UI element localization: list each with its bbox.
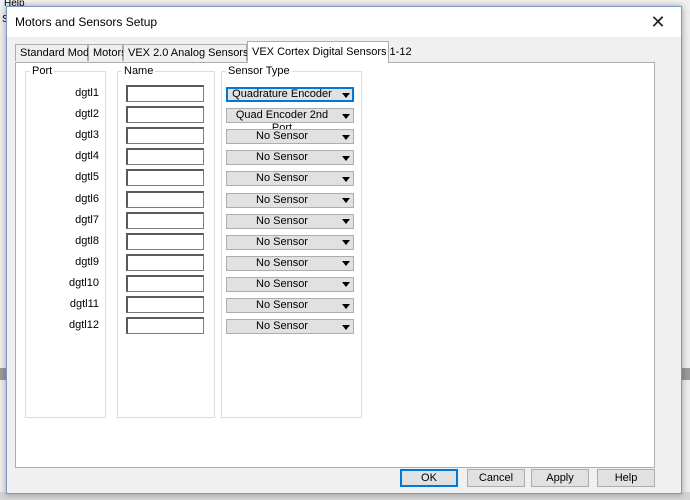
port-label: dgtl2 [75,108,99,121]
chevron-down-icon [342,92,350,98]
sensor-type-value: No Sensor [256,172,308,185]
name-field-dgtl11[interactable] [126,296,204,313]
port-label: dgtl1 [75,87,99,99]
port-label: dgtl3 [75,129,99,142]
port-label: dgtl6 [75,192,99,205]
port-label: dgtl8 [75,234,99,247]
sensor-type-value: No Sensor [256,214,308,227]
sensor-type-select-dgtl8[interactable]: No Sensor [226,234,354,250]
sensor-type-select-dgtl5[interactable]: No Sensor [226,171,354,187]
sensor-type-select-dgtl12[interactable]: No Sensor [226,319,354,335]
tab-standard-models[interactable]: Standard Models [15,44,103,61]
name-group: Name [117,65,215,418]
name-field-dgtl3[interactable] [126,127,204,145]
name-field-dgtl12[interactable] [126,317,204,335]
chevron-down-icon [342,155,350,161]
name-field-dgtl4[interactable] [126,148,204,166]
tab-digital-sensors[interactable]: VEX Cortex Digital Sensors 1-12 [247,41,412,63]
ok-button[interactable]: OK [400,469,458,487]
cancel-button[interactable]: Cancel [467,469,525,487]
name-group-label: Name [124,65,154,77]
sensor-type-select-dgtl4[interactable]: No Sensor [226,150,354,166]
name-field-dgtl1[interactable] [126,85,204,102]
sensor-type-value: No Sensor [256,235,308,248]
tab-motors[interactable]: Motors [88,44,127,61]
help-button[interactable]: Help [597,469,655,487]
port-label: dgtl7 [75,213,99,226]
chevron-down-icon [342,176,350,182]
port-label: dgtl10 [69,276,99,289]
dialog-title: Motors and Sensors Setup [15,15,158,29]
chevron-down-icon [342,113,350,119]
sensor-type-select-dgtl11[interactable]: No Sensor [226,298,354,313]
digital-sensors-page: Port dgtl1 dgtl2 dgtl3 dgtl4 dgtl5 dgtl6 dgtl7… [15,62,655,468]
chevron-down-icon [342,134,350,140]
motors-sensors-dialog: Motors and Sensors Setup ✕ Standard Mode… [6,6,682,494]
name-field-dgtl5[interactable] [126,169,204,187]
chevron-down-icon [342,198,350,203]
port-group: Port dgtl1 dgtl2 dgtl3 dgtl4 dgtl5 dgtl6 dgtl7… [25,65,106,418]
sensor-type-group: Sensor Type Quadrature Encoder Quad Encod… [221,65,362,418]
dialog-titlebar: Motors and Sensors Setup ✕ [7,7,681,37]
sensor-type-group-label: Sensor Type [228,65,290,77]
chevron-down-icon [342,282,350,288]
sensor-type-value: No Sensor [256,299,308,311]
chevron-down-icon [342,324,350,330]
sensor-type-select-dgtl1[interactable]: Quadrature Encoder [226,87,354,102]
sensor-type-value: Quadrature Encoder [232,88,332,100]
close-button[interactable]: ✕ [645,11,671,33]
chevron-down-icon [342,303,350,309]
name-field-dgtl10[interactable] [126,274,204,292]
port-group-label: Port [32,65,53,77]
sensor-type-select-dgtl9[interactable]: No Sensor [226,255,354,271]
name-field-dgtl6[interactable] [126,190,204,208]
name-field-dgtl9[interactable] [126,253,204,271]
sensor-type-select-dgtl10[interactable]: No Sensor [226,276,354,292]
name-field-dgtl8[interactable] [126,232,204,250]
chevron-down-icon [342,219,350,225]
sensor-type-value: No Sensor [256,256,308,269]
tab-analog-sensors[interactable]: VEX 2.0 Analog Sensors 1-8 [123,44,267,61]
apply-button[interactable]: Apply [531,469,589,487]
sensor-type-select-dgtl6[interactable]: No Sensor [226,192,354,208]
sensor-type-value: No Sensor [256,130,308,143]
chevron-down-icon [342,261,350,267]
sensor-type-select-dgtl7[interactable]: No Sensor [226,213,354,229]
sensor-type-value: No Sensor [256,193,308,206]
sensor-type-value: No Sensor [256,151,308,164]
port-label: dgtl5 [75,171,99,184]
port-label: dgtl11 [69,298,99,310]
sensor-type-select-dgtl3[interactable]: No Sensor [226,129,354,145]
background-toolbar-strip-right [682,368,690,380]
sensor-type-value: No Sensor [256,320,308,333]
name-field-dgtl7[interactable] [126,211,204,229]
chevron-down-icon [342,240,350,246]
port-label: dgtl12 [69,319,99,332]
sensor-type-value: No Sensor [256,277,308,290]
port-label: dgtl9 [75,255,99,268]
port-label: dgtl4 [75,150,99,163]
name-field-dgtl2[interactable] [126,106,204,124]
sensor-type-select-dgtl2[interactable]: Quad Encoder 2nd Port [226,108,354,134]
